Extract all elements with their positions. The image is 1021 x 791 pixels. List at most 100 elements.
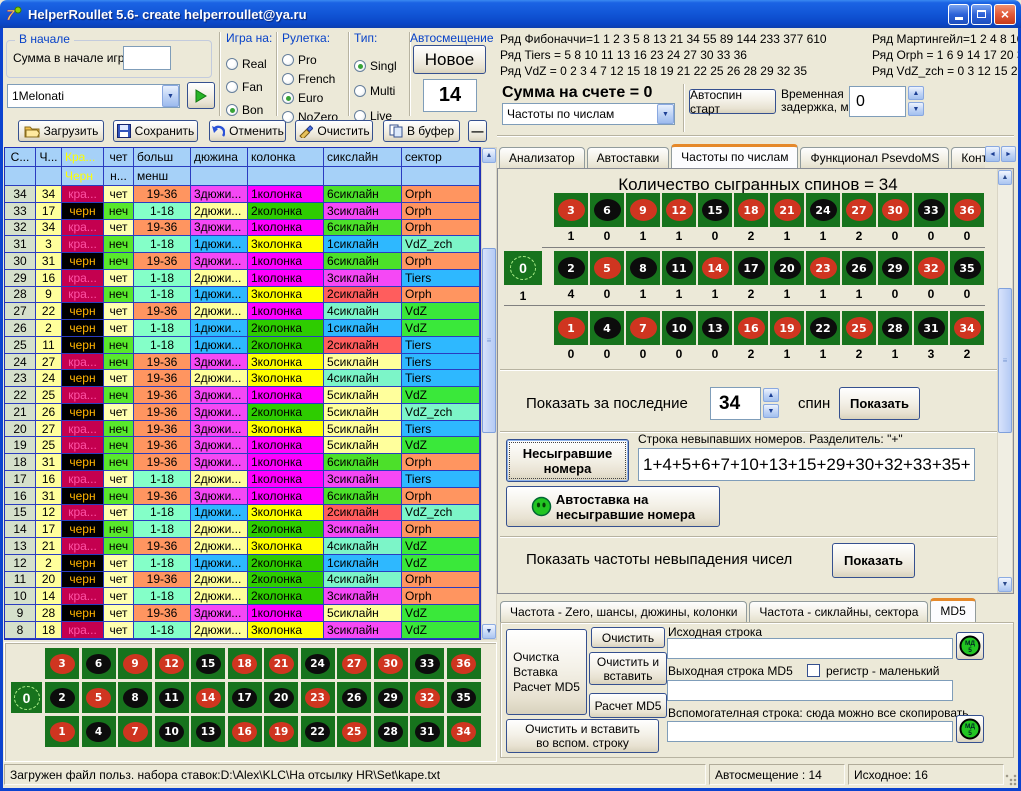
board-number-cell[interactable]: 5 [82, 682, 116, 713]
start-sum-input[interactable] [123, 46, 171, 70]
md5-calc-aux-icon-button[interactable]: МД 5 [956, 715, 984, 743]
column-header[interactable]: сектор [402, 148, 480, 167]
column-header[interactable] [191, 167, 248, 186]
mode-dropdown[interactable]: Частоты по числам ▼ [502, 103, 675, 125]
md5-clear-paste-button[interactable]: Очистить и вставить [589, 652, 667, 685]
board-number-cell[interactable]: 1 [45, 716, 79, 747]
column-header[interactable] [36, 167, 62, 186]
board-number-cell[interactable]: 28 [374, 716, 408, 747]
md5-calc-icon-button[interactable]: МД 5 [956, 632, 984, 660]
table-row[interactable]: 1417черннеч1-182дюжи...2колонка3сиклайнO… [5, 521, 480, 538]
board-number-cell[interactable]: 2 [45, 682, 79, 713]
column-header[interactable]: н... [104, 167, 134, 186]
lowercase-checkbox[interactable] [807, 664, 820, 677]
scroll-up-icon[interactable]: ▲ [998, 170, 1012, 185]
table-row[interactable]: 928чернчет19-363дюжи...1колонка5сиклайнV… [5, 605, 480, 622]
column-header[interactable] [402, 167, 480, 186]
table-row[interactable]: 1512кра...чет1-181дюжи...3колонка2сиклай… [5, 505, 480, 522]
step-up-icon[interactable]: ▲ [908, 86, 924, 100]
step-down-icon[interactable]: ▼ [908, 102, 924, 116]
table-row[interactable]: 2225кра...неч19-363дюжи...1колонка5сикла… [5, 387, 480, 404]
tab-1[interactable]: Частота - Zero, шансы, дюжины, колонки [500, 601, 747, 622]
column-header[interactable] [324, 167, 402, 186]
board-number-cell[interactable]: 9 [118, 648, 152, 679]
table-row[interactable]: 2916кра...чет1-182дюжи...1колонка3сиклай… [5, 270, 480, 287]
clear-button[interactable]: Очистить [295, 120, 373, 142]
table-row[interactable]: 2511черннеч1-181дюжи...2колонка2сиклайнT… [5, 337, 480, 354]
radio-option-singl[interactable]: Singl [354, 59, 397, 73]
board-number-cell[interactable]: 4 [82, 716, 116, 747]
panel-scrollbar[interactable]: ▲ ≡ ▼ [997, 169, 1013, 593]
delay-value[interactable]: 0 [849, 86, 906, 117]
column-header[interactable]: чет [104, 148, 134, 167]
table-row[interactable]: 262чернчет1-181дюжи...2колонка1сиклайнVd… [5, 320, 480, 337]
table-row[interactable]: 2722чернчет19-362дюжи...1колонка4сиклайн… [5, 303, 480, 320]
column-header[interactable] [5, 167, 36, 186]
missed-numbers-input[interactable] [638, 448, 975, 481]
board-number-cell[interactable]: 16 [228, 716, 262, 747]
board-number-cell[interactable]: 11 [155, 682, 189, 713]
scroll-right-icon[interactable]: ► [1001, 146, 1016, 162]
radio-option-bon[interactable]: Bon [226, 103, 272, 117]
table-scrollbar[interactable]: ▲ ≡ ▼ [481, 147, 497, 640]
board-number-cell[interactable]: 6 [82, 648, 116, 679]
board-zero-cell[interactable]: 0 [11, 682, 42, 713]
scrollbar-thumb[interactable]: ≡ [482, 248, 496, 433]
table-row[interactable]: 1716кра...чет1-182дюжи...1колонка3сиклай… [5, 471, 480, 488]
column-header[interactable]: Черн [62, 167, 104, 186]
column-header[interactable]: Ч... [36, 148, 62, 167]
results-table[interactable]: С...Ч...Кра...четбольшдюжинаколонкасиксл… [4, 147, 481, 640]
copy-to-buffer-button[interactable]: В буфер [383, 120, 460, 142]
radio-option-real[interactable]: Real [226, 57, 272, 71]
table-row[interactable]: 313кра...неч1-181дюжи...3колонка1сиклайн… [5, 236, 480, 253]
board-number-cell[interactable]: 30 [374, 648, 408, 679]
board-number-cell[interactable]: 22 [301, 716, 335, 747]
table-row[interactable]: 2427кра...неч19-363дюжи...3колонка5сикла… [5, 354, 480, 371]
column-header[interactable] [248, 167, 324, 186]
table-row[interactable]: 2324чернчет19-362дюжи...3колонка4сиклайн… [5, 370, 480, 387]
table-row[interactable]: 3317черннеч1-182дюжи...2колонка3сиклайнO… [5, 203, 480, 220]
column-header[interactable]: С... [5, 148, 36, 167]
md5-clear-button[interactable]: Очистить [591, 627, 665, 648]
tab-2[interactable]: Частота - сиклайны, сектора [749, 601, 928, 622]
md5-aux-input[interactable] [667, 721, 953, 742]
board-number-cell[interactable]: 20 [264, 682, 298, 713]
board-number-cell[interactable]: 34 [447, 716, 481, 747]
scroll-down-icon[interactable]: ▼ [482, 624, 496, 639]
radio-option-multi[interactable]: Multi [354, 84, 397, 98]
undo-button[interactable]: Отменить [209, 120, 286, 142]
md5-group-button[interactable]: Очистка Вставка Расчет MD5 [506, 629, 587, 715]
table-row[interactable]: 1631черннеч19-363дюжи...1колонка6сиклайн… [5, 488, 480, 505]
maximize-button[interactable] [971, 4, 992, 25]
column-header[interactable]: колонка [248, 148, 324, 167]
board-number-cell[interactable]: 24 [301, 648, 335, 679]
board-number-cell[interactable]: 18 [228, 648, 262, 679]
new-button[interactable]: Новое [413, 45, 486, 74]
tab-3[interactable]: MD5 [930, 598, 975, 622]
save-button[interactable]: Сохранить [113, 120, 198, 142]
radio-option-fan[interactable]: Fan [226, 80, 272, 94]
board-number-cell[interactable]: 31 [410, 716, 444, 747]
radio-option-french[interactable]: French [282, 72, 338, 86]
table-row[interactable]: 1014кра...чет1-182дюжи...2колонка3сиклай… [5, 588, 480, 605]
table-row[interactable]: 1925кра...неч19-363дюжи...1колонка5сикла… [5, 437, 480, 454]
chevron-down-icon[interactable]: ▼ [162, 85, 179, 107]
board-number-cell[interactable]: 17 [228, 682, 262, 713]
show-last-value[interactable]: 34 [710, 387, 761, 420]
board-number-cell[interactable]: 35 [447, 682, 481, 713]
minimize-button[interactable] [948, 4, 969, 25]
board-number-cell[interactable]: 3 [45, 648, 79, 679]
table-row[interactable]: 2027кра...неч19-363дюжи...3колонка5сикла… [5, 421, 480, 438]
tab-2[interactable]: Автоставки [587, 147, 670, 168]
table-row[interactable]: 3434кра...чет19-363дюжи...1колонка6сикла… [5, 186, 480, 203]
board-number-cell[interactable]: 14 [191, 682, 225, 713]
scroll-down-icon[interactable]: ▼ [998, 577, 1012, 592]
md5-calc-button[interactable]: Расчет MD5 [589, 693, 667, 718]
close-button[interactable]: × [994, 4, 1016, 25]
table-row[interactable]: 1831черннеч19-363дюжи...1колонка6сиклайн… [5, 454, 480, 471]
table-row[interactable]: 2126чернчет19-363дюжи...2колонка5сиклайн… [5, 404, 480, 421]
table-row[interactable]: 818кра...чет1-182дюжи...3колонка3сиклайн… [5, 622, 480, 639]
board-number-cell[interactable]: 32 [410, 682, 444, 713]
tab-1[interactable]: Анализатор [499, 147, 585, 168]
table-row[interactable]: 122чернчет1-181дюжи...2колонка1сиклайнVd… [5, 555, 480, 572]
